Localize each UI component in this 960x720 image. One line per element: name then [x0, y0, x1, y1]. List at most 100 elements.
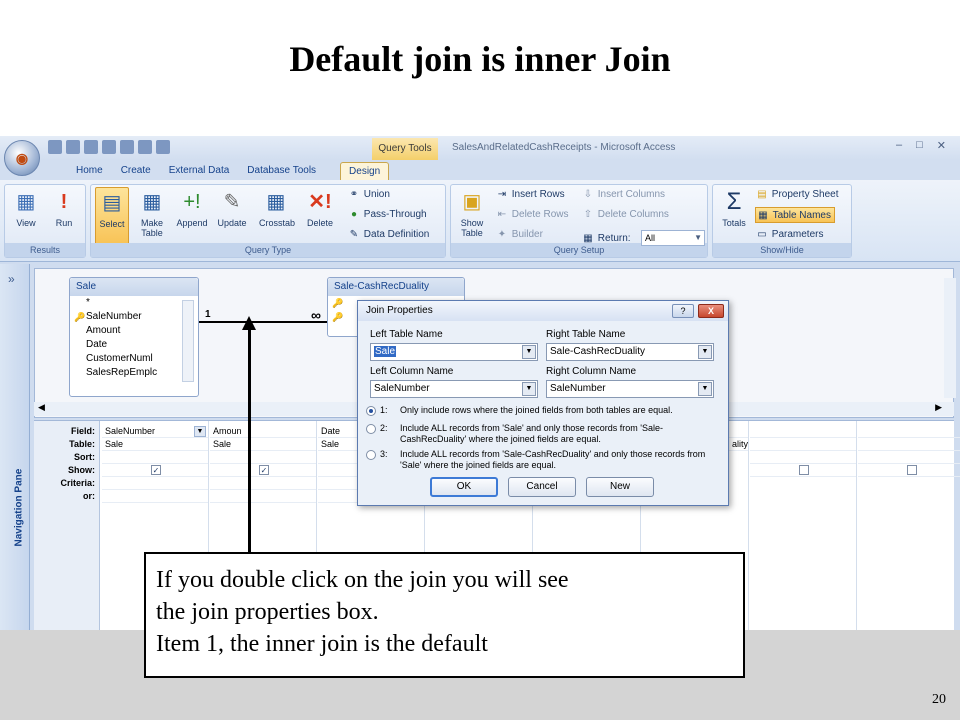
design-vertical-scrollbar[interactable]	[944, 278, 956, 398]
chevron-down-icon[interactable]: ▼	[194, 426, 206, 437]
undo-icon[interactable]	[84, 140, 98, 154]
field-cell[interactable]	[750, 425, 856, 438]
sort-cell[interactable]	[210, 451, 316, 464]
crosstab-button[interactable]: ▦ Crosstab	[259, 187, 295, 245]
left-column-select[interactable]: SaleNumber ▼	[370, 380, 538, 398]
totals-button[interactable]: Σ Totals	[717, 187, 751, 245]
close-icon[interactable]: ✕	[937, 139, 946, 152]
option-1-radio[interactable]	[366, 406, 376, 416]
insert-columns-button[interactable]: ⇩ Insert Columns	[581, 187, 665, 203]
table-cell[interactable]	[750, 438, 856, 451]
new-button[interactable]: New	[586, 477, 654, 497]
scroll-left-icon[interactable]: ◀	[38, 402, 45, 413]
view-icon[interactable]	[66, 140, 80, 154]
insert-columns-label: Insert Columns	[597, 189, 666, 200]
chevron-down-icon[interactable]: ▼	[698, 382, 712, 396]
run-button[interactable]: ! Run	[47, 187, 81, 245]
close-icon[interactable]: X	[698, 304, 724, 318]
delete-query-button[interactable]: ✕! Delete	[303, 187, 337, 245]
office-button[interactable]: ◉	[4, 140, 40, 176]
data-definition-button[interactable]: ✎ Data Definition	[347, 227, 430, 243]
update-button[interactable]: ✎ Update	[215, 187, 249, 245]
grid-column[interactable]	[750, 421, 857, 630]
print-icon[interactable]	[120, 140, 134, 154]
insert-rows-button[interactable]: ⇥ Insert Rows	[495, 187, 565, 203]
view-button[interactable]: ▦ View	[9, 187, 43, 245]
show-table-button[interactable]: ▣ Show Table	[455, 187, 489, 245]
table-cell[interactable]: Sale	[210, 438, 316, 451]
make-table-button[interactable]: ▦ Make Table	[135, 187, 169, 245]
sort-cell[interactable]	[750, 451, 856, 464]
select-query-button[interactable]: ▤ Select	[95, 187, 129, 245]
option-2-radio[interactable]	[366, 424, 376, 434]
navigation-pane[interactable]: » Navigation Pane	[0, 264, 30, 630]
left-table-select[interactable]: Sale ▼	[370, 343, 538, 361]
delete-rows-button[interactable]: ⇤ Delete Rows	[495, 207, 569, 223]
show-checkbox[interactable]	[907, 465, 917, 475]
field-item[interactable]: Date	[70, 338, 198, 352]
table-sale[interactable]: Sale * 🔑 SaleNumber Amount Date CustomerN…	[69, 277, 199, 397]
sort-cell[interactable]	[858, 451, 960, 464]
field-item[interactable]: 🔑 SaleNumber	[70, 310, 198, 324]
show-cell[interactable]: ✓	[210, 464, 316, 477]
show-cell[interactable]: ✓	[102, 464, 208, 477]
field-cell[interactable]: SaleNumber ▼	[102, 425, 208, 438]
property-sheet-button[interactable]: ▤ Property Sheet	[755, 187, 838, 203]
return-select[interactable]: All ▼	[641, 230, 705, 246]
criteria-cell[interactable]	[102, 477, 208, 490]
pass-through-button[interactable]: ● Pass-Through	[347, 207, 427, 223]
sigma-icon: Σ	[726, 188, 742, 215]
scroll-right-icon[interactable]: ▶	[935, 402, 942, 413]
delete-columns-button[interactable]: ⇧ Delete Columns	[581, 207, 669, 223]
option-number: 1:	[380, 405, 388, 415]
field-cell[interactable]	[858, 425, 960, 438]
join-line[interactable]	[199, 321, 329, 323]
field-item[interactable]: SalesRepEmplc	[70, 366, 198, 380]
show-checkbox[interactable]: ✓	[259, 465, 269, 475]
minimize-icon[interactable]: –	[896, 139, 902, 152]
save-icon[interactable]	[48, 140, 62, 154]
field-item[interactable]: CustomerNuml	[70, 352, 198, 366]
or-cell[interactable]	[102, 490, 208, 503]
builder-button[interactable]: ✦ Builder	[495, 227, 543, 243]
field-item[interactable]: *	[70, 296, 198, 310]
or-cell[interactable]	[210, 490, 316, 503]
field-item[interactable]: Amount	[70, 324, 198, 338]
expand-icon[interactable]: »	[8, 272, 15, 286]
grid-column[interactable]	[858, 421, 960, 630]
show-checkbox[interactable]	[799, 465, 809, 475]
ok-button[interactable]: OK	[430, 477, 498, 497]
union-button[interactable]: ⚭ Union	[347, 187, 390, 203]
cancel-button[interactable]: Cancel	[508, 477, 576, 497]
right-table-select[interactable]: Sale-CashRecDuality ▼	[546, 343, 714, 361]
show-checkbox[interactable]: ✓	[151, 465, 161, 475]
scrollbar[interactable]	[182, 300, 194, 382]
table-title: Sale-CashRecDuality	[328, 278, 464, 296]
tab-database-tools[interactable]: Database Tools	[239, 162, 324, 180]
tab-design[interactable]: Design	[340, 162, 390, 180]
chevron-down-icon[interactable]: ▼	[522, 382, 536, 396]
table-names-button[interactable]: ▦ Table Names	[755, 207, 835, 223]
help-icon[interactable]: ?	[672, 304, 694, 318]
field-cell[interactable]: Amoun	[210, 425, 316, 438]
append-button[interactable]: +! Append	[175, 187, 209, 245]
show-cell[interactable]	[750, 464, 856, 477]
criteria-cell[interactable]	[210, 477, 316, 490]
right-column-select[interactable]: SaleNumber ▼	[546, 380, 714, 398]
tab-external-data[interactable]: External Data	[161, 162, 238, 180]
table-title: Sale	[70, 278, 198, 296]
sort-cell[interactable]	[102, 451, 208, 464]
parameters-button[interactable]: ▭ Parameters	[755, 227, 823, 243]
table-cell[interactable]: Sale	[102, 438, 208, 451]
tab-create[interactable]: Create	[113, 162, 159, 180]
redo-icon[interactable]	[102, 140, 116, 154]
maximize-icon[interactable]: □	[916, 139, 923, 152]
spelling-icon[interactable]	[156, 140, 170, 154]
chevron-down-icon[interactable]: ▼	[522, 345, 536, 359]
table-cell[interactable]	[858, 438, 960, 451]
chevron-down-icon[interactable]: ▼	[698, 345, 712, 359]
option-3-radio[interactable]	[366, 450, 376, 460]
show-cell[interactable]	[858, 464, 960, 477]
tab-home[interactable]: Home	[68, 162, 111, 180]
preview-icon[interactable]	[138, 140, 152, 154]
